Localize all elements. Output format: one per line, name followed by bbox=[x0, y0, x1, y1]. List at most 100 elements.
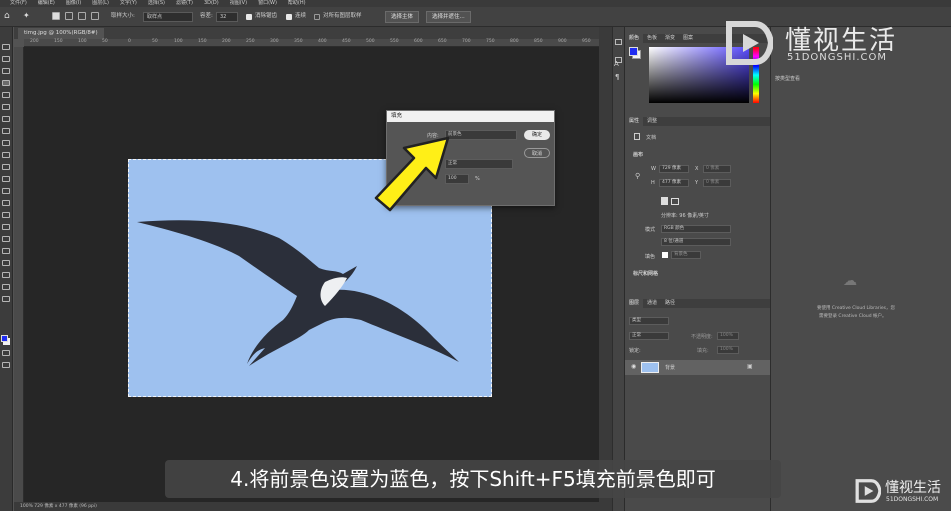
menu-window[interactable]: 窗口(W) bbox=[258, 0, 277, 7]
tab-adjustments[interactable]: 调整 bbox=[643, 117, 661, 126]
select-and-mask-button[interactable]: 选择并遮住... bbox=[426, 11, 471, 23]
x-label: X bbox=[695, 166, 699, 172]
resolution-text: 分辨率: 96 像素/英寸 bbox=[661, 213, 709, 219]
menu-edit[interactable]: 编辑(E) bbox=[38, 0, 55, 7]
history-brush-icon[interactable] bbox=[2, 164, 10, 170]
subtract-selection-icon[interactable] bbox=[78, 12, 86, 20]
type-tool-icon[interactable] bbox=[2, 236, 10, 242]
tab-channels[interactable]: 通道 bbox=[643, 299, 661, 308]
mode-select[interactable]: RGB 颜色 bbox=[661, 225, 731, 233]
ruler-tick: 600 bbox=[414, 39, 423, 44]
brand-logo-icon bbox=[726, 21, 773, 65]
ruler-tick: 50 bbox=[152, 39, 158, 44]
sample-all-checkbox[interactable] bbox=[314, 14, 320, 20]
tab-color[interactable]: 颜色 bbox=[625, 34, 644, 43]
tab-properties[interactable]: 属性 bbox=[625, 117, 644, 126]
layer-row[interactable]: ◉ 背景 ▣ bbox=[625, 360, 771, 375]
tolerance-input[interactable]: 32 bbox=[216, 12, 238, 22]
lasso-tool-icon[interactable] bbox=[2, 68, 10, 74]
gradient-tool-icon[interactable] bbox=[2, 188, 10, 194]
y-input[interactable]: 0 像素 bbox=[703, 179, 731, 187]
x-input[interactable]: 0 像素 bbox=[703, 165, 731, 173]
fill-label: 填色 bbox=[645, 254, 656, 260]
quick-mask-icon[interactable] bbox=[2, 350, 10, 356]
menu-type[interactable]: 文字(Y) bbox=[120, 0, 137, 7]
landscape-icon[interactable] bbox=[671, 198, 679, 205]
ruler-tick: 0 bbox=[128, 39, 131, 44]
menu-file[interactable]: 文件(F) bbox=[10, 0, 27, 7]
hand-tool-icon[interactable] bbox=[2, 272, 10, 278]
layer-kind-filter[interactable]: 类型 bbox=[629, 317, 669, 325]
character-panel-icon[interactable]: A bbox=[614, 60, 619, 68]
opacity-input[interactable]: 100% bbox=[717, 332, 739, 340]
intersect-selection-icon[interactable] bbox=[91, 12, 99, 20]
fill-select[interactable]: 背景色 bbox=[671, 251, 701, 259]
history-panel-icon[interactable] bbox=[615, 39, 622, 45]
home-icon[interactable]: ⌂ bbox=[4, 11, 10, 21]
select-subject-button[interactable]: 选择主体 bbox=[385, 11, 420, 23]
cancel-button[interactable]: 取消 bbox=[524, 148, 550, 158]
ruler-tick: 650 bbox=[438, 39, 447, 44]
layer-name[interactable]: 背景 bbox=[665, 364, 675, 371]
tab-layers[interactable]: 图层 bbox=[625, 299, 644, 308]
ruler-tick: 100 bbox=[78, 39, 87, 44]
sample-size-select[interactable]: 取样点 bbox=[143, 12, 193, 22]
tab-patterns[interactable]: 图案 bbox=[679, 34, 697, 43]
dodge-tool-icon[interactable] bbox=[2, 212, 10, 218]
menu-view[interactable]: 视图(V) bbox=[230, 0, 247, 7]
watermark-logo: 懂视生活 51DONGSHI.COM bbox=[725, 18, 925, 70]
move-tool-icon[interactable] bbox=[2, 44, 10, 50]
foreground-color-swatch[interactable] bbox=[1, 335, 8, 342]
color-fg-swatch[interactable] bbox=[629, 47, 638, 56]
ruler-tick: 300 bbox=[270, 39, 279, 44]
screen-mode-icon[interactable] bbox=[2, 362, 10, 368]
link-icon[interactable]: ⚲ bbox=[635, 172, 640, 180]
menu-help[interactable]: 帮助(H) bbox=[288, 0, 306, 7]
blend-mode-select[interactable]: 正常 bbox=[629, 332, 669, 340]
add-selection-icon[interactable] bbox=[65, 12, 73, 20]
tab-swatches[interactable]: 色板 bbox=[643, 34, 661, 43]
ok-button[interactable]: 确定 bbox=[524, 130, 550, 140]
tab-gradients[interactable]: 渐变 bbox=[661, 34, 679, 43]
anti-alias-checkbox[interactable] bbox=[246, 14, 252, 20]
blur-tool-icon[interactable] bbox=[2, 200, 10, 206]
shape-tool-icon[interactable] bbox=[2, 260, 10, 266]
portrait-icon[interactable] bbox=[661, 197, 668, 205]
library-view-dropdown[interactable]: 按类型查看 bbox=[773, 76, 833, 84]
bit-depth-select[interactable]: 8 位/通道 bbox=[661, 238, 731, 246]
eyedropper-tool-icon[interactable] bbox=[2, 116, 10, 122]
opacity-label: 不透明度: bbox=[691, 334, 713, 340]
paragraph-panel-icon[interactable]: ¶ bbox=[615, 73, 619, 81]
frame-tool-icon[interactable] bbox=[2, 104, 10, 110]
more-tools-icon[interactable] bbox=[2, 296, 10, 302]
zoom-tool-icon[interactable] bbox=[2, 284, 10, 290]
fill-swatch[interactable] bbox=[662, 252, 668, 258]
eraser-tool-icon[interactable] bbox=[2, 176, 10, 182]
path-select-icon[interactable] bbox=[2, 248, 10, 254]
contiguous-label: 连续 bbox=[295, 13, 307, 19]
brush-tool-icon[interactable] bbox=[2, 140, 10, 146]
menu-select[interactable]: 选择(S) bbox=[148, 0, 165, 7]
pen-tool-icon[interactable] bbox=[2, 224, 10, 230]
crop-tool-icon[interactable] bbox=[2, 92, 10, 98]
menu-filter[interactable]: 滤镜(T) bbox=[176, 0, 193, 7]
menu-layer[interactable]: 图层(L) bbox=[92, 0, 109, 7]
document-tab[interactable]: timg.jpg @ 100%(RGB/8#) bbox=[18, 28, 104, 39]
rulers-section-header[interactable]: 标尺和网格 bbox=[633, 270, 658, 277]
new-selection-icon[interactable] bbox=[52, 12, 60, 20]
stamp-tool-icon[interactable] bbox=[2, 152, 10, 158]
canvas-section-header[interactable]: 画布 bbox=[633, 151, 643, 158]
marquee-tool-icon[interactable] bbox=[2, 56, 10, 62]
layer-fill-input[interactable]: 100% bbox=[717, 346, 739, 354]
contiguous-checkbox[interactable] bbox=[286, 14, 292, 20]
healing-brush-icon[interactable] bbox=[2, 128, 10, 134]
menu-image[interactable]: 图像(I) bbox=[66, 0, 81, 7]
opacity-unit: % bbox=[475, 176, 480, 182]
menu-3d[interactable]: 3D(D) bbox=[204, 0, 219, 7]
width-input[interactable]: 729 像素 bbox=[659, 165, 689, 173]
height-input[interactable]: 477 像素 bbox=[659, 179, 689, 187]
magic-wand-icon[interactable]: ✦ bbox=[23, 11, 30, 20]
magic-wand-tool-icon[interactable] bbox=[2, 80, 10, 86]
visibility-eye-icon[interactable]: ◉ bbox=[631, 363, 636, 370]
tab-paths[interactable]: 路径 bbox=[661, 299, 679, 308]
